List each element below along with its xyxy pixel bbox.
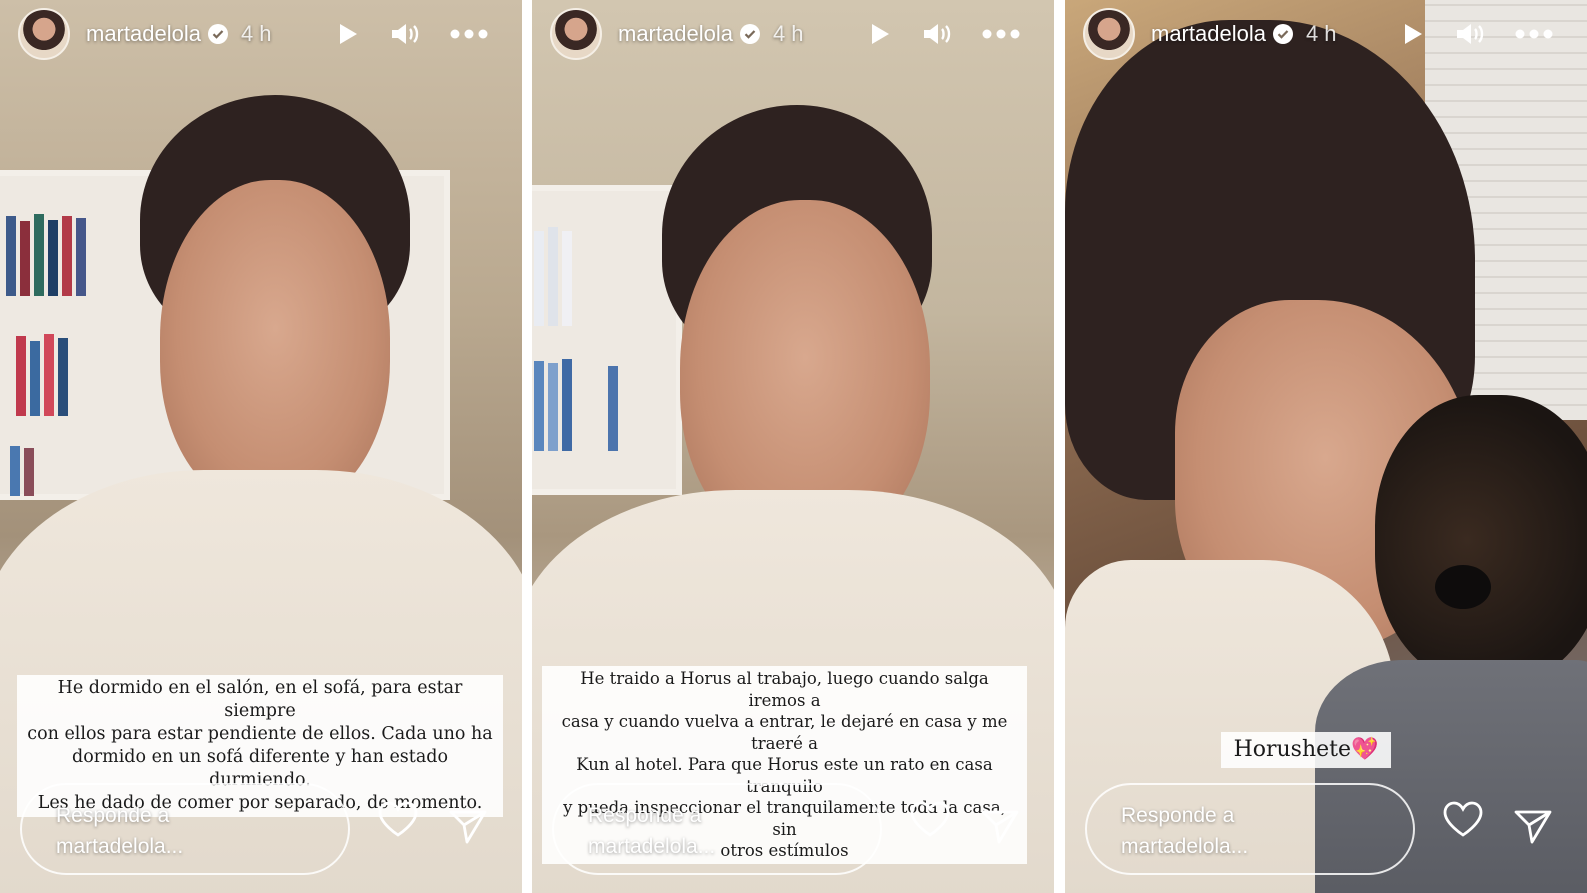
more-icon[interactable] (1514, 14, 1554, 54)
bookshelf (532, 185, 682, 495)
story-caption: Horushete💖 (1221, 732, 1391, 768)
play-icon[interactable] (859, 14, 899, 54)
reply-input[interactable]: Responde a martadelola... (1085, 783, 1415, 875)
story-header: martadelola 4 h (550, 8, 1036, 60)
face (160, 180, 390, 510)
caption-line: casa y cuando vuelva a entrar, le dejaré… (561, 712, 1008, 753)
play-icon[interactable] (327, 14, 367, 54)
volume-icon[interactable] (385, 14, 425, 54)
username[interactable]: martadelola (618, 21, 733, 47)
heart-icon[interactable] (1439, 795, 1487, 843)
send-icon[interactable] (976, 802, 1024, 850)
post-time: 4 h (772, 21, 804, 46)
caption-line: con ellos para estar pendiente de ellos.… (27, 724, 493, 744)
caption-line: Horushete💖 (1233, 737, 1379, 762)
avatar[interactable] (1083, 8, 1135, 60)
story-header: martadelola 4 h (1083, 8, 1569, 60)
volume-icon[interactable] (917, 14, 957, 54)
more-icon[interactable] (449, 14, 489, 54)
heart-icon[interactable] (374, 795, 422, 843)
story-panel-1[interactable]: martadelola 4 h He dormido en el salón, … (0, 0, 522, 893)
dog (1375, 395, 1587, 685)
heart-icon[interactable] (906, 795, 954, 843)
caption-line: He traido a Horus al trabajo, luego cuan… (580, 669, 989, 710)
send-icon[interactable] (444, 802, 492, 850)
story-panel-2[interactable]: martadelola 4 h He traido a Horus al tra… (532, 0, 1054, 893)
verified-badge-icon (739, 23, 761, 45)
username[interactable]: martadelola (1151, 21, 1266, 47)
reply-input[interactable]: Responde a martadelola... (552, 783, 882, 875)
caption-line: He dormido en el salón, en el sofá, para… (57, 678, 463, 721)
post-time: 4 h (1305, 21, 1337, 46)
volume-icon[interactable] (1450, 14, 1490, 54)
reply-input[interactable]: Responde a martadelola... (20, 783, 350, 875)
play-icon[interactable] (1392, 14, 1432, 54)
more-icon[interactable] (981, 14, 1021, 54)
story-panel-3[interactable]: martadelola 4 h Horushete💖 Responde a ma… (1065, 0, 1587, 893)
send-icon[interactable] (1509, 802, 1557, 850)
avatar[interactable] (18, 8, 70, 60)
post-time: 4 h (240, 21, 272, 46)
verified-badge-icon (207, 23, 229, 45)
avatar[interactable] (550, 8, 602, 60)
verified-badge-icon (1272, 23, 1294, 45)
username[interactable]: martadelola (86, 21, 201, 47)
story-header: martadelola 4 h (18, 8, 504, 60)
